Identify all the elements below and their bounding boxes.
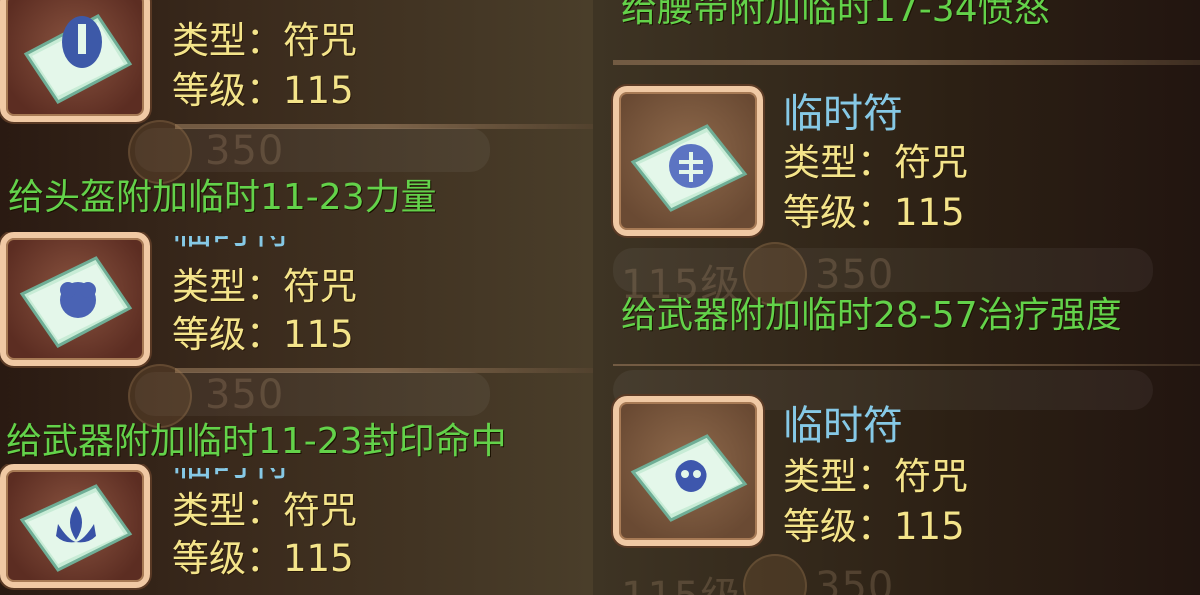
item-effect: 给头盔附加临时11-23力量 — [8, 177, 437, 218]
tooltip-card-1: 给腰带附加临时17-34愤怒 — [593, 0, 1200, 80]
item-type: 类型：符咒 — [172, 265, 357, 308]
item-name: 临时符 — [172, 468, 292, 482]
seal-emblem-icon — [630, 434, 748, 522]
ghost-level: 115级 — [621, 564, 741, 595]
left-tooltip-column: 类型：符咒 等级：115 350 给头盔附加临时11-23力量 临时符 类型：符… — [0, 0, 593, 595]
item-slot[interactable] — [0, 232, 150, 366]
right-tooltip-column: 给腰带附加临时17-34愤怒 临时符 类型：符咒 等级：115 115级 350… — [593, 0, 1200, 595]
ghost-price: 350 — [205, 372, 285, 418]
coin-icon — [128, 364, 192, 428]
item-level: 等级：115 — [783, 505, 965, 548]
item-effect: 给腰带附加临时17-34愤怒 — [621, 0, 1050, 30]
tooltip-card-1: 类型：符咒 等级：115 350 给头盔附加临时11-23力量 — [0, 0, 593, 232]
item-effect: 给武器附加临时28-57治疗强度 — [621, 295, 1122, 336]
item-effect: 给武器附加临时11-23封印命中 — [6, 421, 507, 462]
item-slot[interactable] — [613, 396, 763, 546]
seal-emblem-icon — [630, 124, 748, 212]
coin-icon — [743, 554, 807, 595]
item-level: 等级：115 — [172, 69, 354, 112]
ghost-price: 350 — [815, 564, 895, 595]
item-slot[interactable] — [0, 0, 150, 122]
item-type: 类型：符咒 — [783, 455, 968, 498]
ghost-price: 350 — [205, 128, 285, 174]
item-type: 类型：符咒 — [172, 19, 357, 62]
item-level: 等级：115 — [172, 313, 354, 356]
item-name: 临时符 — [172, 236, 292, 250]
item-name: 临时符 — [783, 403, 903, 449]
item-slot[interactable] — [0, 464, 150, 588]
ghost-price: 350 — [815, 252, 895, 298]
talisman-scroll-icon — [19, 256, 133, 348]
tooltip-card-3: 临时符 类型：符咒 等级：115 — [0, 464, 593, 595]
coin-icon — [128, 120, 192, 184]
talisman-scroll-icon — [19, 484, 133, 572]
tooltip-card-2: 临时符 类型：符咒 等级：115 115级 350 给武器附加临时28-57治疗… — [593, 80, 1200, 366]
item-slot[interactable] — [613, 86, 763, 236]
tooltip-card-2: 临时符 类型：符咒 等级：115 350 给武器附加临时11-23封印命中 — [0, 232, 593, 464]
item-level: 等级：115 — [172, 537, 354, 580]
divider — [613, 60, 1200, 65]
tooltip-card-3: 临时符 类型：符咒 等级：115 115级 350 — [593, 366, 1200, 595]
item-type: 类型：符咒 — [172, 489, 357, 532]
item-type: 类型：符咒 — [783, 141, 968, 184]
item-level: 等级：115 — [783, 191, 965, 234]
item-name: 临时符 — [783, 91, 903, 137]
talisman-scroll-icon — [23, 14, 133, 104]
